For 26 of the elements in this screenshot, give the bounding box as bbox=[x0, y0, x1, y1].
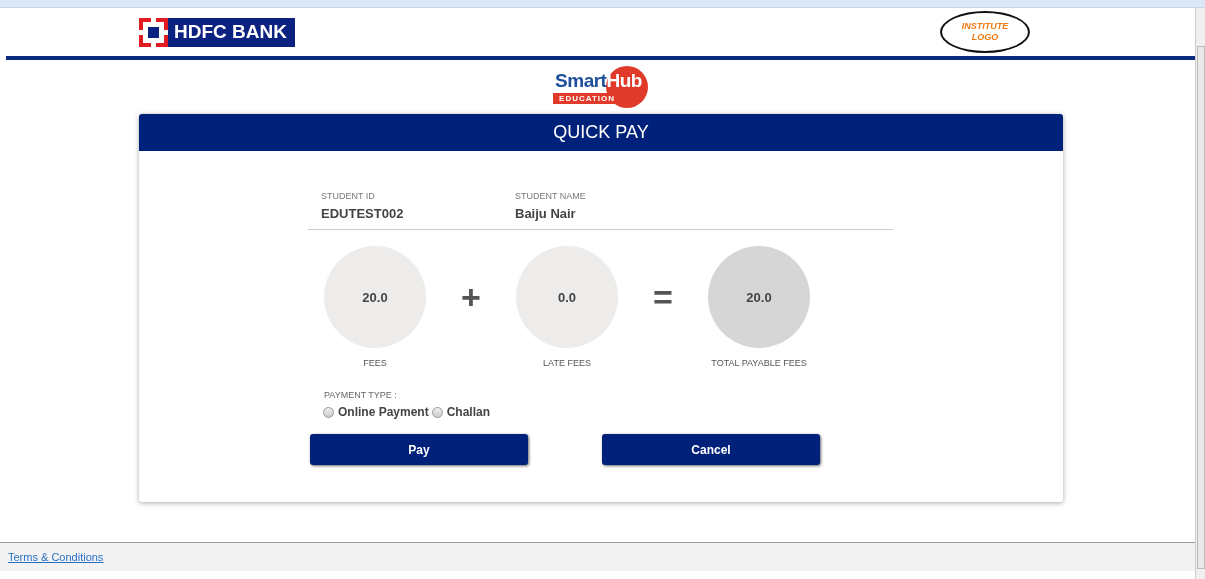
amount-circle: 20.0 bbox=[324, 246, 426, 348]
scrollbar[interactable] bbox=[1195, 8, 1205, 579]
field-label: STUDENT ID bbox=[321, 191, 376, 201]
amount-circle: 0.0 bbox=[516, 246, 618, 348]
radio-button[interactable] bbox=[431, 406, 443, 418]
bank-logo: HDFC BANK bbox=[139, 17, 295, 47]
field-value: EDUTEST002 bbox=[321, 206, 405, 221]
amount-circle: 20.0 bbox=[708, 246, 810, 348]
radio-label[interactable]: Challan bbox=[446, 405, 491, 419]
brand-logo: SmartHub EDUCATION bbox=[553, 66, 648, 108]
radio-button[interactable] bbox=[323, 406, 334, 418]
amount-label: LATE FEES bbox=[543, 358, 591, 368]
operator-sign: = bbox=[653, 277, 673, 317]
card-title: QUICK PAY bbox=[139, 114, 1063, 151]
action-button[interactable]: Pay bbox=[310, 434, 528, 465]
institute-logo: INSTITUTE LOGO bbox=[940, 11, 1030, 53]
radio-label[interactable]: Online Payment bbox=[338, 405, 429, 419]
action-button[interactable]: Cancel bbox=[602, 434, 820, 465]
field-label: STUDENT NAME bbox=[515, 191, 587, 201]
operator-sign: + bbox=[461, 277, 481, 317]
terms-link[interactable]: Terms & Conditions bbox=[8, 551, 104, 563]
field-value: Baiju Nair bbox=[515, 206, 577, 221]
square-emblem-icon bbox=[139, 17, 168, 47]
amount-label: TOTAL PAYABLE FEES bbox=[711, 358, 807, 368]
payment-type-label: PAYMENT TYPE : bbox=[324, 390, 397, 400]
amount-label: FEES bbox=[363, 358, 387, 368]
